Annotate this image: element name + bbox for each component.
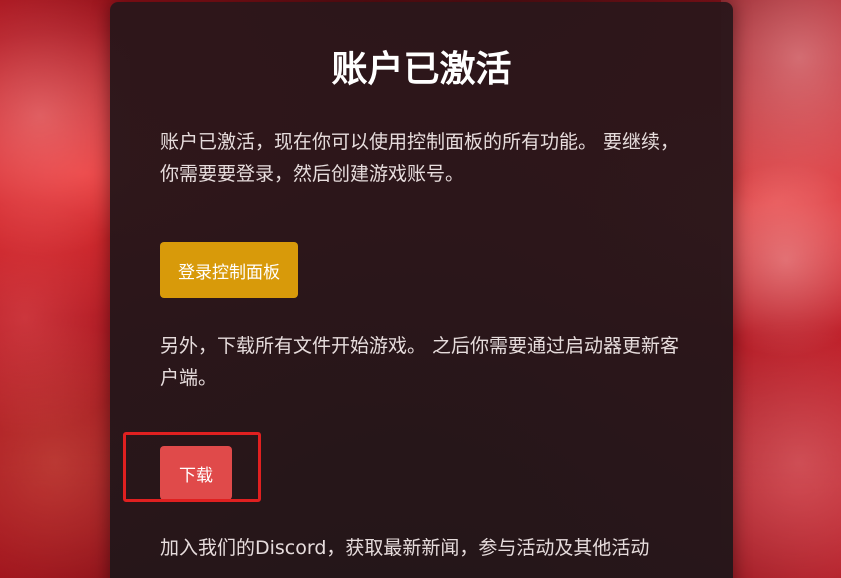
intro-text: 账户已激活，现在你可以使用控制面板的所有功能。 要继续，你需要要登录，然后创建游…	[160, 131, 680, 185]
background-artwork-right	[721, 0, 841, 578]
download-button[interactable]: 下载	[160, 446, 232, 500]
page-title: 账户已激活	[331, 49, 512, 90]
download-info-text: 另外，下载所有文件开始游戏。 之后你需要通过启动器更新客户端。	[160, 335, 680, 389]
activation-card: 账户已激活 账户已激活，现在你可以使用控制面板的所有功能。 要继续，你需要要登录…	[110, 2, 733, 578]
login-control-panel-button[interactable]: 登录控制面板	[160, 242, 298, 298]
discord-info-text: 加入我们的Discord，获取最新新闻，参与活动及其他活动	[160, 537, 650, 559]
